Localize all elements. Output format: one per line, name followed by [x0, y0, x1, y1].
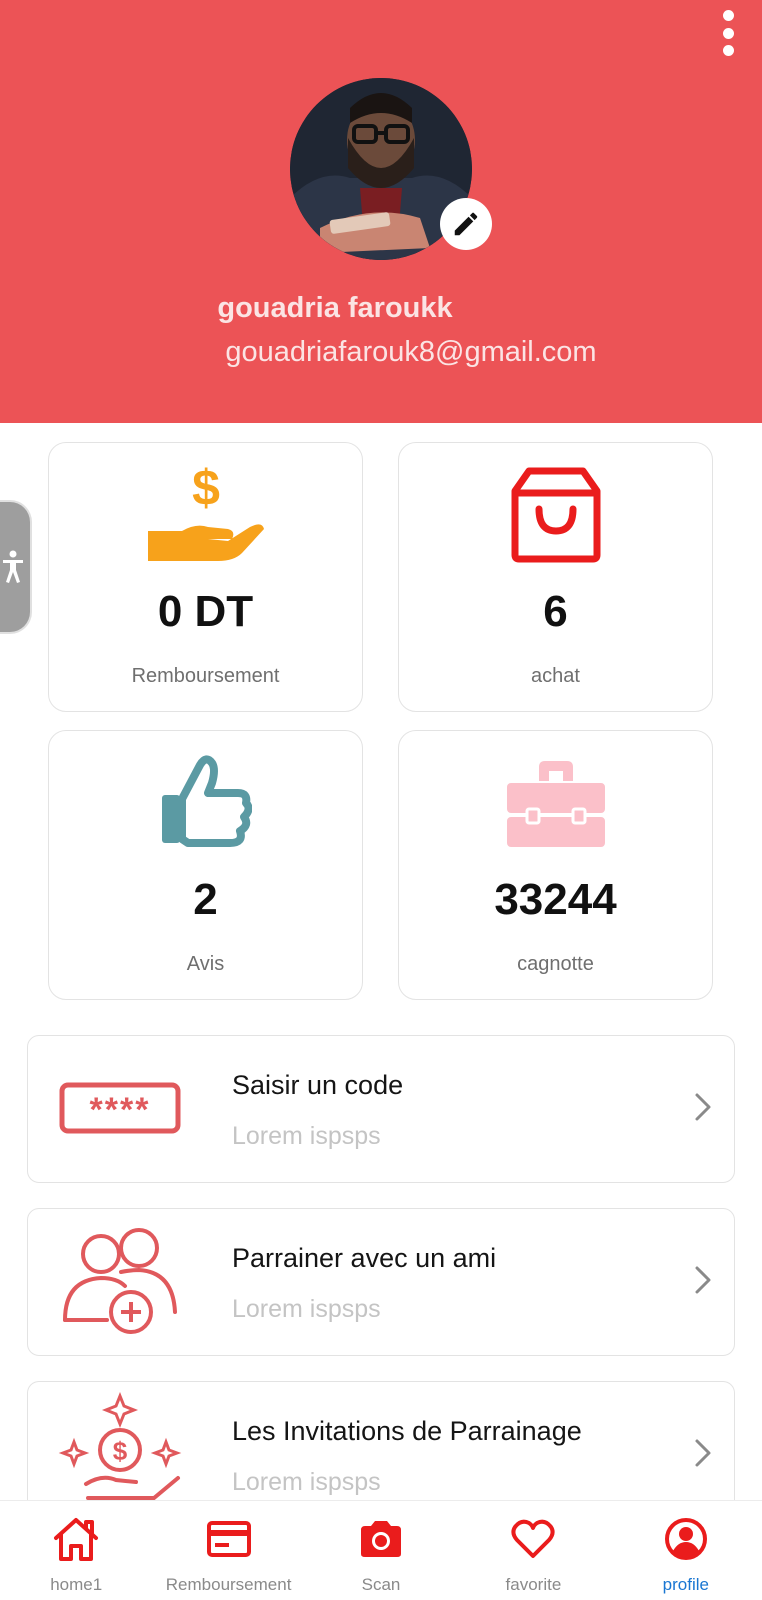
menu-item-invitations-parrainage[interactable]: $ Les Invitations de Parrainage Lorem is… [27, 1381, 735, 1501]
menu-item-subtitle: Lorem ispsps [232, 1468, 381, 1496]
hand-money-icon: $ [49, 461, 362, 565]
user-circle-icon [664, 1515, 708, 1563]
chevron-right-icon [694, 1438, 712, 1473]
add-friends-icon [56, 1223, 184, 1341]
svg-text:$: $ [192, 461, 220, 516]
svg-text:****: **** [90, 1091, 151, 1129]
menu-item-saisir-code[interactable]: **** Saisir un code Lorem ispsps [27, 1035, 735, 1183]
chevron-right-icon [694, 1092, 712, 1127]
chevron-right-icon [694, 1265, 712, 1300]
menu-item-title: Les Invitations de Parrainage [232, 1416, 582, 1446]
stat-label: achat [531, 665, 580, 687]
nav-label: favorite [505, 1575, 562, 1594]
nav-item-scan[interactable]: Scan [305, 1501, 457, 1600]
nav-item-home[interactable]: home1 [0, 1501, 152, 1600]
home-icon [52, 1515, 100, 1563]
stat-label: Remboursement [131, 665, 280, 687]
heart-icon [511, 1515, 556, 1563]
bottom-navigation: home1 Remboursement Scan favorite profil… [0, 1500, 762, 1600]
stat-value: 0 DT [157, 587, 254, 636]
user-email: gouadriafarouk8@gmail.com [225, 336, 597, 368]
more-vertical-icon[interactable] [716, 10, 740, 56]
nav-label: profile [662, 1575, 709, 1594]
stat-label: Avis [186, 953, 225, 975]
invitation-money-icon: $ [56, 1392, 184, 1510]
nav-item-profile[interactable]: profile [610, 1501, 762, 1600]
menu-item-title: Parrainer avec un ami [232, 1243, 497, 1273]
thumbs-up-icon [49, 753, 362, 849]
card-icon [206, 1515, 251, 1563]
menu-item-parrainer-ami[interactable]: Parrainer avec un ami Lorem ispsps [27, 1208, 735, 1356]
nav-item-favorite[interactable]: favorite [457, 1501, 609, 1600]
menu-item-subtitle: Lorem ispsps [232, 1122, 381, 1150]
accessibility-icon [3, 550, 23, 583]
pencil-icon [454, 212, 478, 236]
menu-item-title: Saisir un code [232, 1070, 404, 1100]
password-code-icon: **** [56, 1050, 184, 1168]
shopping-bag-icon [399, 467, 712, 563]
stat-card-avis[interactable]: 2 Avis [48, 730, 363, 1000]
edit-avatar-button[interactable] [440, 198, 492, 250]
stat-card-remboursement[interactable]: $ 0 DT Remboursement [48, 442, 363, 712]
stat-value: 6 [543, 587, 568, 636]
svg-text:$: $ [113, 1436, 128, 1466]
nav-item-remboursement[interactable]: Remboursement [152, 1501, 304, 1600]
menu-item-subtitle: Lorem ispsps [232, 1295, 381, 1323]
profile-header: gouadria faroukk gouadriafarouk8@gmail.c… [0, 0, 762, 423]
stat-card-achat[interactable]: 6 achat [398, 442, 713, 712]
stat-value: 2 [193, 875, 218, 924]
nav-label: Scan [361, 1575, 401, 1594]
nav-label: Remboursement [165, 1575, 292, 1594]
stat-value: 33244 [494, 875, 617, 924]
stat-label: cagnotte [517, 953, 594, 975]
avatar-container [290, 78, 492, 260]
stat-card-cagnotte[interactable]: 33244 cagnotte [398, 730, 713, 1000]
user-name: gouadria faroukk [217, 292, 453, 324]
camera-icon [359, 1515, 403, 1563]
accessibility-button[interactable] [0, 500, 32, 634]
toolbox-icon [399, 759, 712, 849]
nav-label: home1 [50, 1575, 103, 1594]
